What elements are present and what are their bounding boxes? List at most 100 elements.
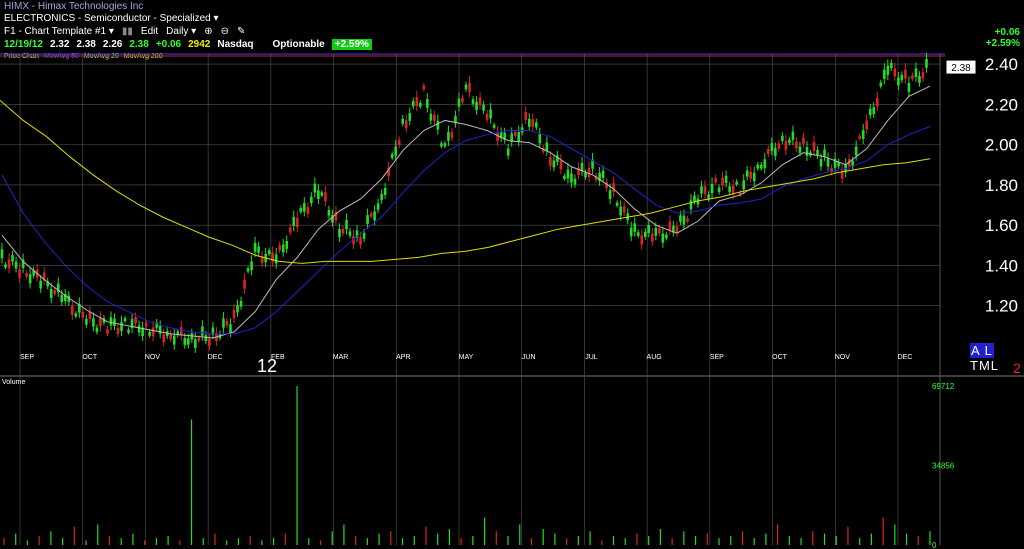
price-candle-body [756,164,760,169]
quote-date: 12/19/12 [4,39,43,50]
price-candle-body [552,160,556,168]
bar-chart-icon[interactable]: ▮▮ [122,26,133,37]
price-candle-body [731,185,735,195]
price-candle-body [288,227,292,233]
price-candle-body [468,82,471,92]
price-candle-body [925,59,928,68]
price-candle-body [738,192,742,196]
x-tick-label: JUN [522,354,536,361]
price-candle-body [858,135,861,139]
price-candle-body [471,99,475,104]
price-candle-body [485,113,489,120]
price-candle-body [682,215,686,225]
price-candle-body [162,334,165,343]
price-candle-body [60,295,64,302]
price-candle-body [482,104,485,111]
price-candle-body [777,143,781,149]
price-candle-body [622,206,626,213]
price-candle-body [499,132,503,139]
price-candle-body [506,148,510,156]
sector-dropdown[interactable]: ELECTRONICS - Semiconductor - Specialize… [4,13,219,24]
price-candle-body [724,175,728,184]
price-candle-body [338,229,341,238]
price-candle-body [584,172,587,178]
price-candle-body [629,227,633,237]
price-candle-body [735,181,738,185]
price-candle-body [345,220,348,230]
price-candle-body [605,182,608,189]
price-candle-body [415,97,419,107]
zoom-in-icon[interactable]: ⊕ [204,26,212,37]
price-candle-body [176,331,180,336]
price-candle-body [440,143,443,147]
price-candle-body [545,142,549,152]
zoom-out-icon[interactable]: ⊖ [221,26,229,37]
price-candle-body [0,249,4,259]
price-candle-body [348,231,352,236]
price-candle-body [549,157,552,166]
price-candle-body [113,318,116,326]
price-candle-body [387,167,390,177]
price-candle-body [299,207,303,212]
price-candle-body [619,206,622,216]
price-candle-body [429,113,433,121]
price-candle-body [911,75,914,79]
price-candle-body [169,333,173,340]
price-candle-body [383,187,387,195]
price-candle-body [222,318,225,328]
price-candle-body [879,82,883,87]
price-candle-body [626,213,629,221]
price-candle-body [461,97,464,103]
price-chart[interactable]: 2.40 2.20 2.00 1.80 1.60 1.40 1.20 SEP OCT NOV DEC… [0,0,1024,549]
price-candle-body [875,97,879,107]
price-candle-body [165,331,169,337]
price-candle-body [918,76,921,83]
price-candle-body [661,233,665,243]
price-candle-body [865,120,869,130]
x-tick-label: SEP [710,354,724,361]
price-candle-body [281,244,285,253]
x-tick-label: MAR [333,354,349,361]
price-candle-body [890,63,893,69]
price-candle-body [369,213,373,217]
price-candle-body [809,152,812,156]
symbol-title: HIMX - Himax Technologies Inc [4,1,144,12]
volume-tick-label: 34856 [932,462,955,471]
x-tick-label: OCT [772,354,788,361]
price-candle-body [450,132,454,138]
y-tick-label: 2.00 [985,136,1018,155]
price-candle-body [63,294,67,301]
period-dropdown[interactable]: Daily ▾ [166,26,196,37]
price-candle-body [798,146,802,153]
price-candle-body [573,178,577,185]
price-candle-body [580,162,584,172]
price-candle-body [208,338,211,347]
price-candle-body [633,223,637,232]
price-candle-body [436,120,440,130]
price-candle-body [324,192,327,202]
price-candle-body [454,115,457,124]
price-candle-body [394,146,397,156]
price-candle-body [95,327,99,333]
pencil-icon[interactable]: ✎ [237,26,245,37]
y-tick-label: 1.20 [985,297,1018,316]
price-candle-body [651,233,654,242]
price-candle-body [851,160,854,167]
price-candle-body [703,186,707,195]
price-candle-body [577,167,580,176]
price-candle-body [197,337,201,341]
price-candle-body [566,169,570,179]
quote-low: 2.26 [102,39,123,50]
price-candle-body [390,154,394,159]
price-candle-body [204,335,208,342]
x-tick-label: OCT [82,354,98,361]
price-candle-body [904,69,907,79]
edit-button[interactable]: Edit [141,26,158,37]
price-candle-body [805,147,809,156]
price-candle-body [373,211,376,221]
template-dropdown[interactable]: F1 - Chart Template #1 ▾ [4,26,114,37]
legend-price: Price Chart [4,53,40,60]
price-candle-body [464,84,468,90]
price-candle-body [148,332,151,336]
price-candle-body [179,327,183,336]
